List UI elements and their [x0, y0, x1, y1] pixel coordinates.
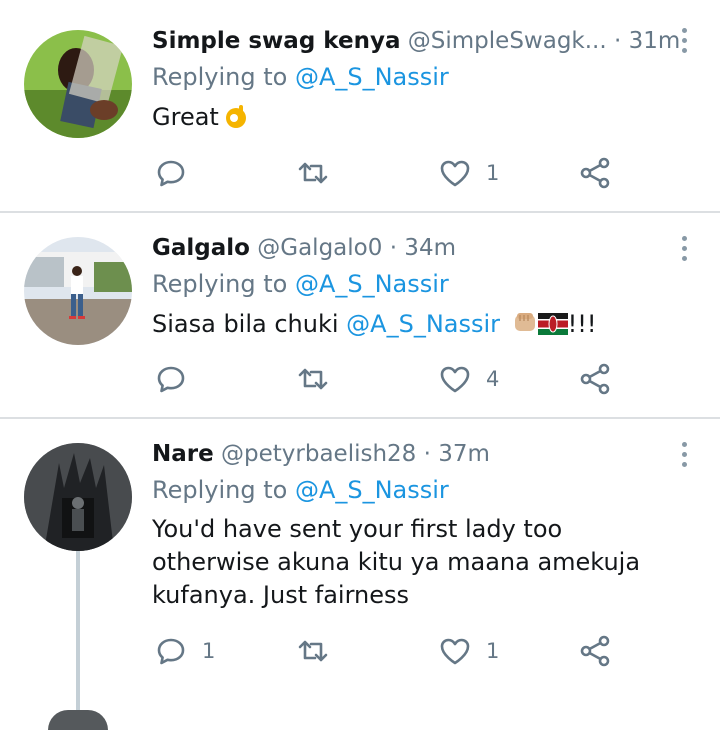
replying-prefix: Replying to: [152, 476, 295, 504]
share-icon: [580, 635, 610, 667]
more-vertical-icon[interactable]: [682, 442, 688, 472]
retweet-button[interactable]: [296, 155, 330, 191]
share-button[interactable]: [578, 633, 612, 669]
reply-button[interactable]: [154, 155, 202, 191]
share-icon: [580, 363, 610, 395]
tweet-text-suffix: !!!: [567, 310, 597, 338]
like-count: 1: [486, 639, 500, 663]
heart-icon: [440, 366, 470, 393]
heart-icon: [440, 160, 470, 187]
retweet-button[interactable]: [296, 361, 330, 397]
tweet-header: Galgalo @Galgalo0 · 34m: [152, 232, 456, 264]
share-icon: [580, 157, 610, 189]
next-tweet-avatar[interactable]: [48, 710, 108, 730]
reply-count: 1: [202, 639, 216, 663]
ok-hand-emoji-icon: [225, 105, 246, 128]
timestamp[interactable]: · 37m: [424, 441, 490, 467]
tweet-actions: 1 1: [152, 633, 632, 669]
like-button[interactable]: 4: [438, 361, 499, 397]
tweet-text-content: Great: [152, 103, 219, 131]
avatar[interactable]: [24, 237, 132, 345]
timestamp[interactable]: · 31m: [614, 28, 680, 54]
replying-to: Replying to @A_S_Nassir: [152, 268, 449, 300]
heart-icon: [440, 638, 470, 665]
display-name[interactable]: Galgalo: [152, 235, 250, 261]
replying-prefix: Replying to: [152, 63, 295, 91]
timestamp[interactable]: · 34m: [390, 235, 456, 261]
replying-to: Replying to @A_S_Nassir: [152, 61, 449, 93]
more-vertical-icon[interactable]: [682, 28, 688, 58]
retweet-icon: [298, 640, 328, 662]
avatar[interactable]: [24, 443, 132, 551]
tweet-1[interactable]: Simple swag kenya @SimpleSwagk... · 31m …: [0, 0, 720, 212]
tweet-actions: 1: [152, 155, 632, 191]
more-vertical-icon[interactable]: [682, 236, 688, 266]
like-button[interactable]: 1: [438, 633, 499, 669]
like-count: 1: [486, 161, 500, 185]
like-count: 4: [486, 367, 500, 391]
tweet-text: You'd have sent your first lady too othe…: [152, 515, 641, 609]
kenya-flag-emoji-icon: [537, 313, 568, 335]
display-name[interactable]: Nare: [152, 441, 214, 467]
tweet-2[interactable]: Galgalo @Galgalo0 · 34m Replying to @A_S…: [0, 213, 720, 418]
replying-mention[interactable]: @A_S_Nassir: [295, 476, 449, 504]
reply-icon: [157, 366, 185, 393]
retweet-button[interactable]: [296, 633, 330, 669]
tweet-header: Nare @petyrbaelish28 · 37m: [152, 438, 490, 470]
share-button[interactable]: [578, 155, 612, 191]
raised-fist-emoji-icon: [514, 313, 535, 331]
user-handle[interactable]: @Galgalo0: [257, 235, 382, 261]
reply-button[interactable]: 1: [154, 633, 215, 669]
tweet-3[interactable]: Nare @petyrbaelish28 · 37m Replying to @…: [0, 419, 720, 699]
replying-to: Replying to @A_S_Nassir: [152, 474, 449, 506]
replying-mention[interactable]: @A_S_Nassir: [295, 63, 449, 91]
retweet-icon: [298, 368, 328, 390]
tweet-text: Great: [152, 101, 672, 134]
replying-mention[interactable]: @A_S_Nassir: [295, 270, 449, 298]
reply-button[interactable]: [154, 361, 202, 397]
tweet-text-prefix: Siasa bila chuki: [152, 310, 347, 338]
share-button[interactable]: [578, 361, 612, 397]
like-button[interactable]: 1: [438, 155, 499, 191]
reply-icon: [157, 160, 185, 187]
reply-icon: [157, 638, 185, 665]
tweet-text-mention[interactable]: @A_S_Nassir: [346, 310, 500, 338]
tweet-text: Siasa bila chuki @A_S_Nassir !!!: [152, 308, 672, 341]
user-handle[interactable]: @petyrbaelish28: [221, 441, 416, 467]
avatar[interactable]: [24, 30, 132, 138]
user-handle[interactable]: @SimpleSwagk...: [408, 28, 607, 54]
replying-prefix: Replying to: [152, 270, 295, 298]
retweet-icon: [298, 162, 328, 184]
display-name[interactable]: Simple swag kenya: [152, 28, 400, 54]
tweet-actions: 4: [152, 361, 632, 397]
tweet-header: Simple swag kenya @SimpleSwagk... · 31m: [152, 25, 680, 57]
